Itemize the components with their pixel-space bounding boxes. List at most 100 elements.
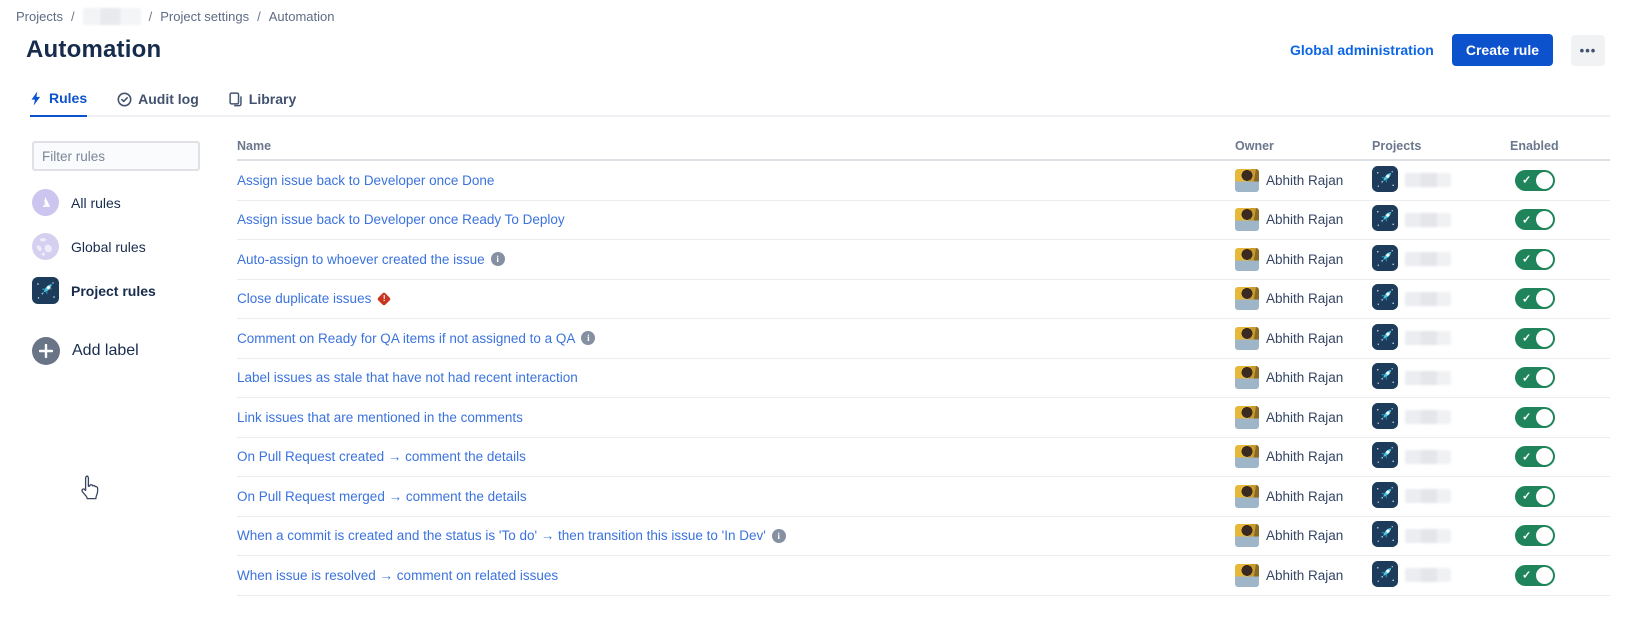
- info-icon[interactable]: i: [772, 529, 786, 543]
- tab-library[interactable]: Library: [229, 90, 296, 117]
- projects-cell: [1372, 166, 1510, 195]
- enabled-toggle[interactable]: ✓: [1515, 486, 1555, 507]
- more-actions-button[interactable]: •••: [1571, 35, 1605, 66]
- tab-audit-log[interactable]: Audit log: [117, 90, 199, 117]
- owner-name: Abhith Rajan: [1266, 173, 1343, 188]
- project-name-redacted: [1405, 331, 1451, 345]
- owner-cell: Abhith Rajan: [1235, 445, 1372, 468]
- rule-name-link[interactable]: Link issues that are mentioned in the co…: [237, 410, 523, 425]
- rules-table: Name Owner Projects Enabled Assign issue…: [237, 132, 1610, 596]
- check-circle-icon: [117, 92, 132, 107]
- info-icon[interactable]: i: [581, 331, 595, 345]
- enabled-toggle[interactable]: ✓: [1515, 367, 1555, 388]
- enabled-cell: ✓: [1510, 170, 1610, 191]
- rocket-project-icon: [1372, 363, 1398, 392]
- sidebar-item-all-rules[interactable]: All rules: [32, 189, 212, 216]
- plus-icon: [32, 337, 60, 365]
- rule-name-cell: On Pull Request merged → comment the det…: [237, 489, 1235, 504]
- page-header: Automation Global administration Create …: [26, 34, 1605, 66]
- rule-name-text: Assign issue back to Developer once Read…: [237, 212, 565, 227]
- owner-name: Abhith Rajan: [1266, 489, 1343, 504]
- rule-name-link[interactable]: Assign issue back to Developer once Read…: [237, 212, 565, 227]
- enabled-toggle[interactable]: ✓: [1515, 565, 1555, 586]
- rule-name-text: Link issues that are mentioned in the co…: [237, 410, 523, 425]
- check-icon: ✓: [1522, 569, 1531, 582]
- rule-name-link[interactable]: Label issues as stale that have not had …: [237, 370, 578, 385]
- filter-rules-input[interactable]: [32, 141, 200, 171]
- enabled-toggle[interactable]: ✓: [1515, 209, 1555, 230]
- rule-name-text: On Pull Request merged → comment the det…: [237, 489, 527, 504]
- rule-name-cell: On Pull Request created → comment the de…: [237, 449, 1235, 464]
- add-label-button[interactable]: Add label: [32, 337, 212, 365]
- enabled-toggle[interactable]: ✓: [1515, 446, 1555, 467]
- error-icon: !: [377, 292, 391, 306]
- enabled-cell: ✓: [1510, 525, 1610, 546]
- tab-label: Library: [249, 91, 296, 107]
- owner-cell: Abhith Rajan: [1235, 485, 1372, 508]
- column-header-name: Name: [237, 139, 1235, 153]
- sidebar-item-global-rules[interactable]: Global rules: [32, 233, 212, 260]
- rule-name-link[interactable]: Comment on Ready for QA items if not ass…: [237, 331, 595, 346]
- info-icon[interactable]: i: [491, 252, 505, 266]
- rule-name-link[interactable]: On Pull Request created → comment the de…: [237, 449, 526, 464]
- rule-name-link[interactable]: On Pull Request merged → comment the det…: [237, 489, 527, 504]
- global-administration-link[interactable]: Global administration: [1290, 42, 1434, 58]
- table-header-row: Name Owner Projects Enabled: [237, 132, 1610, 161]
- breadcrumb-project-settings[interactable]: Project settings: [160, 9, 249, 24]
- rule-name-link[interactable]: When a commit is created and the status …: [237, 528, 786, 543]
- header-actions: Global administration Create rule •••: [1290, 34, 1605, 66]
- rule-name-link[interactable]: When issue is resolved → comment on rela…: [237, 568, 558, 583]
- enabled-cell: ✓: [1510, 288, 1610, 309]
- check-icon: ✓: [1522, 371, 1531, 384]
- enabled-toggle[interactable]: ✓: [1515, 407, 1555, 428]
- toggle-knob: [1536, 172, 1553, 189]
- enabled-cell: ✓: [1510, 486, 1610, 507]
- enabled-toggle[interactable]: ✓: [1515, 525, 1555, 546]
- rocket-project-icon: [1372, 205, 1398, 234]
- owner-avatar: [1235, 406, 1259, 429]
- enabled-cell: ✓: [1510, 328, 1610, 349]
- rule-name-cell: Assign issue back to Developer once Read…: [237, 212, 1235, 227]
- toggle-knob: [1536, 251, 1553, 268]
- projects-cell: [1372, 363, 1510, 392]
- sidebar-item-project-rules[interactable]: Project rules: [32, 277, 212, 304]
- rocket-project-icon: [1372, 245, 1398, 274]
- projects-cell: [1372, 482, 1510, 511]
- rule-name-cell: When a commit is created and the status …: [237, 528, 1235, 543]
- projects-cell: [1372, 324, 1510, 353]
- rule-name-text: On Pull Request created → comment the de…: [237, 449, 526, 464]
- owner-avatar: [1235, 248, 1259, 271]
- project-name-redacted: [1405, 410, 1451, 424]
- create-rule-button[interactable]: Create rule: [1452, 34, 1553, 66]
- owner-name: Abhith Rajan: [1266, 252, 1343, 267]
- project-name-redacted: [1405, 568, 1451, 582]
- tab-bar: Rules Audit log Library: [30, 90, 1610, 117]
- rocket-icon: [32, 277, 59, 304]
- add-label-text: Add label: [72, 342, 139, 360]
- enabled-toggle[interactable]: ✓: [1515, 328, 1555, 349]
- rule-name-link[interactable]: Assign issue back to Developer once Done: [237, 173, 494, 188]
- rule-name-text: When issue is resolved → comment on rela…: [237, 568, 558, 583]
- check-icon: ✓: [1522, 332, 1531, 345]
- enabled-toggle[interactable]: ✓: [1515, 249, 1555, 270]
- rule-scope-list: All rules Global rules Project rules: [32, 189, 212, 304]
- table-row: When a commit is created and the status …: [237, 517, 1610, 557]
- table-body: Assign issue back to Developer once Done…: [237, 161, 1610, 596]
- table-row: Auto-assign to whoever created the issue…: [237, 240, 1610, 280]
- breadcrumb-redacted-project[interactable]: [83, 8, 141, 25]
- enabled-toggle[interactable]: ✓: [1515, 170, 1555, 191]
- rule-name-link[interactable]: Auto-assign to whoever created the issue…: [237, 252, 505, 267]
- tab-rules[interactable]: Rules: [30, 90, 87, 117]
- rule-name-link[interactable]: Close duplicate issues !: [237, 291, 389, 306]
- enabled-cell: ✓: [1510, 249, 1610, 270]
- sidebar-item-label: Global rules: [71, 239, 146, 255]
- owner-name: Abhith Rajan: [1266, 410, 1343, 425]
- automation-page: Projects / / Project settings / Automati…: [0, 0, 1625, 633]
- enabled-cell: ✓: [1510, 209, 1610, 230]
- table-row: Label issues as stale that have not had …: [237, 359, 1610, 399]
- rule-name-cell: Link issues that are mentioned in the co…: [237, 410, 1235, 425]
- globe-icon: [32, 233, 59, 260]
- breadcrumb-projects[interactable]: Projects: [16, 9, 63, 24]
- enabled-toggle[interactable]: ✓: [1515, 288, 1555, 309]
- breadcrumb-automation[interactable]: Automation: [269, 9, 335, 24]
